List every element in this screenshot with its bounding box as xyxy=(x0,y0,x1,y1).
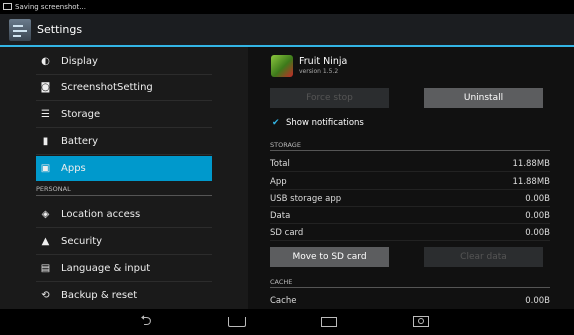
screenshot-icon[interactable] xyxy=(406,309,436,333)
storage-row-label: SD card xyxy=(270,228,304,238)
sidebar-item-label: Apps xyxy=(61,163,86,174)
action-bar: Settings xyxy=(0,14,574,47)
section-header-personal: PERSONAL xyxy=(36,185,212,196)
sidebar-item-label: Security xyxy=(61,236,103,247)
storage-row-usb-storage-app: USB storage app 0.00B xyxy=(270,193,550,207)
sidebar-item-location-access[interactable]: ◈ Location access xyxy=(36,202,212,228)
storage-row-value: 11.88MB xyxy=(512,159,551,169)
show-notifications-checkbox[interactable]: ✔ xyxy=(272,119,281,128)
storage-row-label: App xyxy=(270,177,287,187)
home-icon[interactable] xyxy=(222,309,252,333)
lock-icon: ▲ xyxy=(41,236,50,247)
camera-icon: ◙ xyxy=(40,82,51,93)
section-header-storage: STORAGE xyxy=(270,141,550,151)
apps-icon: ▣ xyxy=(40,163,51,174)
storage-row-label: Total xyxy=(270,159,290,169)
settings-app-icon[interactable] xyxy=(9,19,31,41)
sidebar-item-label: Storage xyxy=(61,109,101,120)
storage-row-value: 0.00B xyxy=(525,211,550,221)
storage-row-app: App 11.88MB xyxy=(270,176,550,190)
backup-icon: ⟲ xyxy=(41,290,50,301)
section-header-cache: CACHE xyxy=(270,278,550,288)
keyboard-icon: ▤ xyxy=(40,263,51,274)
recent-apps-icon[interactable] xyxy=(314,309,344,333)
status-bar: Saving screenshot... xyxy=(0,0,574,14)
sidebar-item-label: ScreenshotSetting xyxy=(61,82,153,93)
storage-row-sd-card: SD card 0.00B xyxy=(270,227,550,241)
sidebar-item-language-input[interactable]: ▤ Language & input xyxy=(36,256,212,282)
cache-row-value: 0.00B xyxy=(525,296,550,306)
fruit-ninja-app-icon xyxy=(271,55,293,77)
sidebar-item-security[interactable]: ▲ Security xyxy=(36,229,212,255)
back-icon[interactable]: ⮌ xyxy=(131,309,161,333)
action-bar-title: Settings xyxy=(37,23,83,36)
storage-row-value: 11.88MB xyxy=(512,177,551,187)
uninstall-button[interactable]: Uninstall xyxy=(424,88,543,108)
navigation-bar: ⮌ xyxy=(0,309,574,333)
location-icon: ◈ xyxy=(41,209,50,220)
app-name: Fruit Ninja xyxy=(299,56,348,67)
screenshot-notification-icon xyxy=(3,3,12,10)
storage-row-label: Data xyxy=(270,211,291,221)
move-to-sd-card-button[interactable]: Move to SD card xyxy=(270,247,389,267)
brightness-icon: ◐ xyxy=(41,56,50,67)
sidebar-item-label: Location access xyxy=(61,209,141,220)
storage-row-total: Total 11.88MB xyxy=(270,158,550,172)
force-stop-button[interactable]: Force stop xyxy=(270,88,389,108)
sidebar-item-battery[interactable]: ▮ Battery xyxy=(36,129,212,155)
sidebar-item-label: Backup & reset xyxy=(61,290,138,301)
storage-row-value: 0.00B xyxy=(525,228,550,238)
sidebar-item-backup-reset[interactable]: ⟲ Backup & reset xyxy=(36,283,212,308)
sidebar-item-label: Language & input xyxy=(61,263,151,274)
sidebar-item-label: Display xyxy=(61,56,98,67)
storage-icon: ☰ xyxy=(41,109,50,120)
sidebar-item-apps[interactable]: ▣ Apps xyxy=(36,156,212,181)
sidebar-item-label: Battery xyxy=(61,136,99,147)
sidebar-item-storage[interactable]: ☰ Storage xyxy=(36,102,212,128)
cache-row-label: Cache xyxy=(270,296,297,306)
settings-sidebar: ◐ Display ◙ ScreenshotSetting ☰ Storage … xyxy=(0,47,248,309)
app-info-panel: Fruit Ninja version 1.5.2 Force stop Uni… xyxy=(248,47,574,309)
sidebar-item-screenshot-setting[interactable]: ◙ ScreenshotSetting xyxy=(36,75,212,101)
storage-row-label: USB storage app xyxy=(270,194,342,204)
storage-row-value: 0.00B xyxy=(525,194,550,204)
storage-row-data: Data 0.00B xyxy=(270,210,550,224)
show-notifications-label: Show notifications xyxy=(286,118,364,128)
status-notification-text: Saving screenshot... xyxy=(15,3,86,11)
battery-icon: ▮ xyxy=(42,136,49,147)
sidebar-item-display[interactable]: ◐ Display xyxy=(36,49,212,75)
cache-row: Cache 0.00B xyxy=(270,295,550,308)
clear-data-button[interactable]: Clear data xyxy=(424,247,543,267)
app-version: version 1.5.2 xyxy=(299,68,339,75)
